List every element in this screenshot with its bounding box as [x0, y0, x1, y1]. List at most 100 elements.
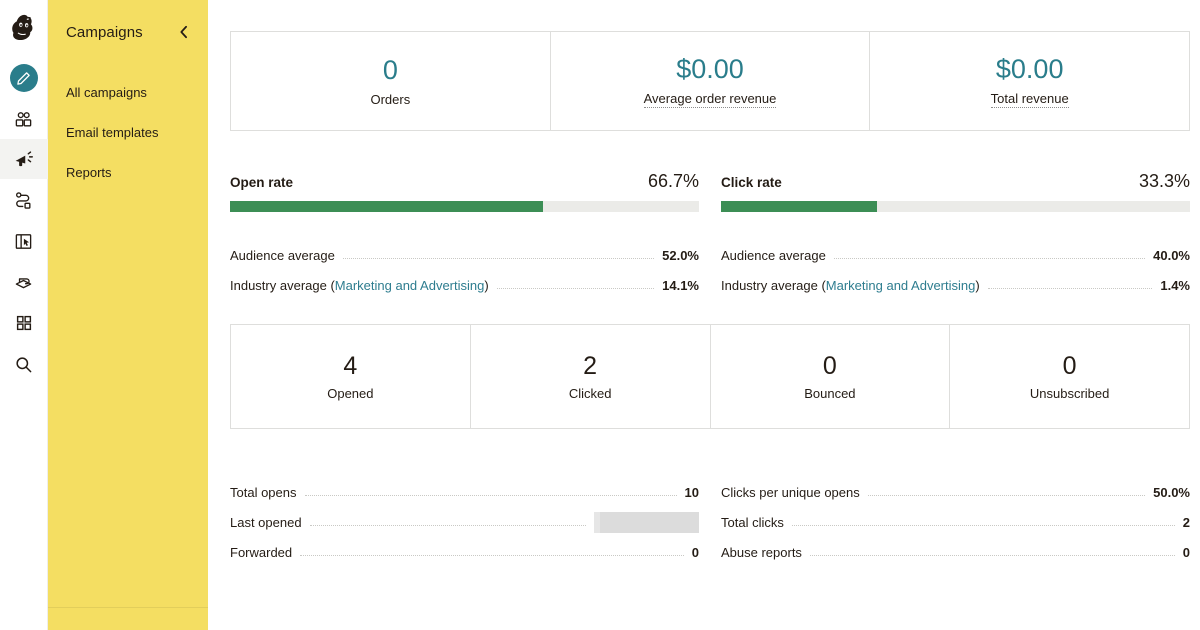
leader-dots — [342, 258, 655, 259]
industry-link[interactable]: Marketing and Advertising — [826, 278, 976, 293]
stat-value: $0.00 — [995, 54, 1064, 85]
stat-card-opened: 4 Opened — [230, 324, 471, 429]
leader-dots — [496, 288, 655, 289]
click-rate-value: 33.3% — [1138, 171, 1190, 191]
nav-panel-header: Campaigns — [48, 0, 208, 64]
audience-average-row: Audience average 40.0% — [721, 234, 1190, 264]
click-rate-block: Click rate 33.3% Audience average 40.0% … — [721, 171, 1190, 294]
stat-card-unsubscribed: 0 Unsubscribed — [949, 324, 1190, 429]
row-value: 52.0% — [662, 248, 699, 263]
search-icon[interactable] — [0, 344, 48, 384]
leader-dots — [809, 555, 1175, 556]
detail-row-abuse-reports: Abuse reports 0 — [721, 531, 1190, 561]
open-rate-block: Open rate 66.7% Audience average 52.0% I… — [230, 171, 699, 294]
open-rate-label: Open rate — [230, 175, 294, 190]
row-value: 0 — [691, 545, 699, 560]
stat-label: Opened — [327, 385, 374, 401]
row-label: Total opens — [230, 485, 297, 500]
stat-label: Unsubscribed — [1029, 385, 1110, 401]
create-icon-circle — [9, 64, 38, 92]
row-label: Last opened — [230, 515, 302, 530]
stat-label-tooltip[interactable]: Total revenue — [990, 91, 1069, 108]
row-label-prefix: Industry average ( — [721, 278, 826, 293]
click-rate-label: Click rate — [721, 175, 782, 190]
open-rate-value: 66.7% — [647, 171, 699, 191]
industry-link[interactable]: Marketing and Advertising — [335, 278, 485, 293]
mailchimp-freddie-logo[interactable] — [0, 0, 48, 58]
landing-pages-icon[interactable] — [0, 221, 48, 261]
rate-section: Open rate 66.7% Audience average 52.0% I… — [230, 171, 1190, 294]
leader-dots — [867, 495, 1146, 496]
row-value: 10 — [684, 485, 699, 500]
nav-item-list: All campaigns Email templates Reports — [48, 64, 208, 192]
stat-value: 0 — [382, 55, 398, 86]
row-label: Clicks per unique opens — [721, 485, 860, 500]
stat-card-orders: 0 Orders — [230, 31, 551, 131]
stat-label: Clicked — [568, 385, 612, 401]
chevron-left-icon[interactable] — [175, 23, 192, 41]
sidebar-item-reports[interactable]: Reports — [48, 152, 208, 192]
stat-label: Orders — [370, 91, 411, 107]
click-rate-progress-track — [721, 201, 1190, 212]
redacted-value-block — [594, 512, 699, 533]
row-label: Industry average (Marketing and Advertis… — [721, 278, 980, 294]
leader-dots — [300, 555, 684, 556]
leader-dots — [987, 288, 1153, 289]
row-label: Forwarded — [230, 545, 293, 560]
row-label: Audience average — [721, 248, 826, 263]
open-rate-progress-track — [230, 201, 699, 212]
detail-section: Total opens 10 Last opened Forwarded 0 C… — [230, 471, 1190, 561]
row-label: Industry average (Marketing and Advertis… — [230, 278, 489, 294]
icon-rail — [0, 0, 48, 630]
row-label: Abuse reports — [721, 545, 802, 560]
revenue-card-row: 0 Orders $0.00 Average order revenue $0.… — [230, 31, 1191, 131]
nav-panel-divider — [48, 607, 208, 608]
integrations-grid-icon[interactable] — [0, 303, 48, 343]
stat-card-bounced: 0 Bounced — [709, 324, 951, 429]
leader-dots — [304, 495, 677, 496]
nav-panel-title: Campaigns — [66, 23, 143, 41]
detail-row-forwarded: Forwarded 0 — [230, 531, 699, 561]
detail-row-total-clicks: Total clicks 2 — [721, 501, 1190, 531]
row-label-suffix: ) — [484, 278, 489, 293]
campaign-report-page: Campaigns All campaigns Email templates … — [0, 0, 1200, 630]
sidebar-item-label: All campaigns — [66, 84, 147, 100]
stat-card-total-revenue: $0.00 Total revenue — [869, 31, 1191, 131]
stat-value: 0 — [1062, 352, 1077, 381]
engagement-card-row: 4 Opened 2 Clicked 0 Bounced 0 Unsubscri… — [230, 324, 1190, 429]
campaigns-nav-panel: Campaigns All campaigns Email templates … — [48, 0, 208, 630]
row-value: 14.1% — [662, 278, 699, 293]
stat-value: $0.00 — [676, 54, 744, 85]
detail-column-right: Clicks per unique opens 50.0% Total clic… — [721, 471, 1190, 561]
website-icon[interactable] — [0, 262, 48, 302]
stat-value: 4 — [343, 352, 358, 381]
sidebar-item-label: Email templates — [66, 124, 159, 140]
stat-label-tooltip[interactable]: Average order revenue — [643, 91, 777, 108]
click-rate-progress-fill — [721, 201, 878, 212]
detail-column-left: Total opens 10 Last opened Forwarded 0 — [230, 471, 699, 561]
campaigns-megaphone-icon[interactable] — [0, 139, 48, 179]
row-label: Total clicks — [721, 515, 784, 530]
stat-card-average-order-revenue: $0.00 Average order revenue — [549, 31, 871, 131]
automations-icon[interactable] — [0, 180, 48, 220]
open-rate-comparisons: Audience average 52.0% Industry average … — [230, 234, 699, 294]
industry-average-row: Industry average (Marketing and Advertis… — [230, 264, 699, 294]
sidebar-item-label: Reports — [66, 164, 112, 180]
open-rate-progress-fill — [230, 201, 543, 212]
stat-value: 2 — [583, 352, 598, 381]
click-rate-comparisons: Audience average 40.0% Industry average … — [721, 234, 1190, 294]
sidebar-item-all-campaigns[interactable]: All campaigns — [48, 72, 208, 112]
stat-card-clicked: 2 Clicked — [469, 324, 711, 429]
sidebar-item-email-templates[interactable]: Email templates — [48, 112, 208, 152]
row-value: 40.0% — [1153, 248, 1190, 263]
industry-average-row: Industry average (Marketing and Advertis… — [721, 264, 1190, 294]
leader-dots — [791, 525, 1175, 526]
detail-row-clicks-per-unique-opens: Clicks per unique opens 50.0% — [721, 471, 1190, 501]
create-icon[interactable] — [0, 58, 48, 98]
detail-row-last-opened: Last opened — [230, 501, 699, 533]
stat-value: 0 — [822, 352, 837, 381]
audience-icon[interactable] — [0, 99, 48, 139]
row-label-prefix: Industry average ( — [230, 278, 335, 293]
open-rate-header: Open rate 66.7% — [230, 171, 699, 192]
row-value: 1.4% — [1160, 278, 1190, 293]
